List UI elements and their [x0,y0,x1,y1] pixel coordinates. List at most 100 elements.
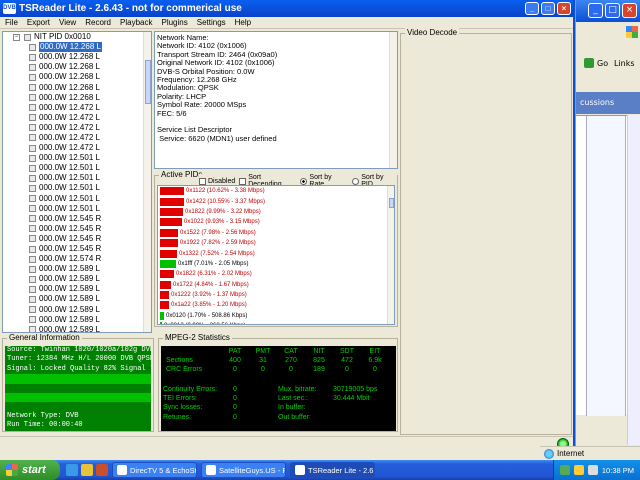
pid-row[interactable]: 0x1222 (3.92% - 1.37 Mbps) [158,290,394,300]
tree-item[interactable]: 000.0W 12.589 L [3,325,151,332]
node-icon [29,295,36,303]
tree-item[interactable]: 000.0W 12.268 L [3,42,151,53]
sync-losses-value: 0 [233,404,237,412]
tree-item[interactable]: 000.0W 12.268 L [3,62,151,72]
pid-row[interactable]: 0x1322 (7.52% - 2.54 Mbps) [158,248,394,258]
active-pid-list[interactable]: 0x1122 (10.62% - 3.38 Mbps) 0x1422 (10.55… [157,185,395,325]
tree-item[interactable]: 000.0W 12.589 L [3,294,151,304]
tree-item[interactable]: 000.0W 12.472 L [3,113,151,123]
tree-item[interactable]: 000.0W 12.545 R [3,234,151,244]
tree-scroll-thumb[interactable] [145,60,151,104]
tree-scrollbar[interactable] [143,32,151,332]
pid-row[interactable]: 0x1422 (10.55% - 3.37 Mbps) [158,196,394,206]
browser-minimize-button[interactable]: _ [588,3,603,18]
tree-item[interactable]: 000.0W 12.268 L [3,52,151,62]
links-button[interactable]: Links [614,59,635,68]
tree-item[interactable]: 000.0W 12.501 L [3,153,151,163]
tree-item[interactable]: 000.0W 12.501 L [3,194,151,204]
menu-help[interactable]: Help [235,18,251,27]
start-button[interactable]: start [0,460,60,480]
globe-icon [544,448,554,459]
pid-rate-label: 0x1022 (9.93% - 3.15 Mbps) [184,219,260,226]
pidlist-scrollbar[interactable] [387,186,394,324]
tree-item[interactable]: 000.0W 12.472 L [3,143,151,153]
pid-row[interactable]: 0x0120 (1.70% - 508.86 Kbps) [158,311,394,321]
pid-row[interactable]: 0x1fff (7.01% - 2.05 Mbps) [158,259,394,269]
tree-item[interactable]: 000.0W 12.589 L [3,274,151,284]
pid-row[interactable]: 0x1122 (10.62% - 3.38 Mbps) [158,186,394,196]
browser-titlebar: _ □ × [576,0,640,22]
minimize-button[interactable]: _ [525,2,539,15]
pid-rate-label: 0x1822 (6.31% - 2.02 Mbps) [176,271,252,278]
tree-item[interactable]: 000.0W 12.545 R [3,224,151,234]
pid-row[interactable]: 0x1522 (7.98% - 2.56 Mbps) [158,228,394,238]
tree-item[interactable]: 000.0W 12.268 L [3,93,151,103]
menu-export[interactable]: Export [27,18,50,27]
tree-item[interactable]: 000.0W 12.472 L [3,103,151,113]
tree-item[interactable]: 000.0W 12.589 L [3,264,151,274]
tree-item[interactable]: 000.0W 12.501 L [3,163,151,173]
tree-item[interactable]: 000.0W 12.589 L [3,315,151,325]
collapse-icon[interactable]: − [13,33,20,41]
menu-playback[interactable]: Playback [120,18,152,27]
taskbar-item-directv[interactable]: DirecTV 5 & EchoStar ... [112,462,197,478]
pid-row[interactable]: 0x1a22 (3.85% - 1.20 Mbps) [158,300,394,310]
tree-item[interactable]: 000.0W 12.589 L [3,284,151,294]
browser-maximize-button[interactable]: □ [605,3,620,18]
menu-file[interactable]: File [5,18,18,27]
menu-plugins[interactable]: Plugins [161,18,187,27]
pid-row[interactable]: 0x0012 (0.90% - 268.56 Kbps) [158,321,394,324]
tree-item[interactable]: 000.0W 12.501 L [3,183,151,193]
stats-cell: 0 [261,366,265,374]
tree-item[interactable]: 000.0W 12.472 L [3,133,151,143]
pid-row[interactable]: 0x1922 (7.82% - 2.59 Mbps) [158,238,394,248]
maximize-button[interactable]: □ [541,2,555,15]
pid-row[interactable]: 0x1822 (6.31% - 2.02 Mbps) [158,269,394,279]
node-icon [29,43,36,51]
go-button[interactable]: Go [584,58,608,68]
taskbar-item-satelliteguys[interactable]: SatelliteGuys.US - Po... [201,462,286,478]
browser-scrollbar[interactable] [627,115,640,445]
security-tray-icon[interactable] [573,465,584,475]
folder-quicklaunch-icon[interactable] [81,464,93,476]
browser-task-icon [206,465,216,475]
menu-settings[interactable]: Settings [197,18,226,27]
node-icon [29,195,36,203]
taskbar-item-tsreader[interactable]: TSReader Lite - 2.6.... [290,462,375,478]
in-buffer-label: In buffer: [278,404,306,412]
netinfo-line: FEC: 5/6 [157,108,187,118]
tree-item[interactable]: 000.0W 12.545 R [3,214,151,224]
pid-row[interactable]: 0x1822 (9.99% - 3.22 Mbps) [158,207,394,217]
tree-item[interactable]: 000.0W 12.501 L [3,204,151,214]
pid-rate-label: 0x1222 (3.92% - 1.37 Mbps) [171,292,247,299]
last-sec-value: 30.444 Mbit [333,395,370,403]
tree-item[interactable]: 000.0W 12.268 L [3,82,151,92]
tree-item[interactable]: 000.0W 12.589 L [3,305,151,315]
node-icon [29,306,36,314]
tree-item[interactable]: 000.0W 12.268 L [3,72,151,82]
browser-close-button[interactable]: × [622,3,637,18]
volume-tray-icon[interactable] [587,465,598,475]
menu-view[interactable]: View [59,18,76,27]
browser-quicklaunch-icon[interactable] [66,464,78,476]
menu-record[interactable]: Record [85,18,111,27]
pidlist-scroll-thumb[interactable] [389,198,394,208]
pid-tree[interactable]: − NIT PID 0x0010 000.0W 12.268 L 000.0W 12… [2,31,152,333]
stats-cell: 0 [373,366,377,374]
close-button[interactable]: × [557,2,571,15]
background-browser-window: _ □ × Go Links cussions [575,0,640,460]
pid-rate-bar [160,259,176,268]
tree-item[interactable]: 000.0W 12.574 R [3,254,151,264]
window-title: TSReader Lite - 2.6.43 - not for commeri… [19,3,242,14]
pid-row[interactable]: 0x1022 (9.93% - 3.15 Mbps) [158,217,394,227]
tree-root-nit[interactable]: − NIT PID 0x0010 [3,32,151,42]
tree-item[interactable]: 000.0W 12.545 R [3,244,151,254]
tree-item[interactable]: 000.0W 12.501 L [3,173,151,183]
tree-item-label: 000.0W 12.268 L [39,92,100,102]
media-quicklaunch-icon[interactable] [96,464,108,476]
network-tray-icon[interactable] [559,465,570,475]
netinfo-scrollbar[interactable] [389,32,397,168]
pid-row[interactable]: 0x1722 (4.84% - 1.67 Mbps) [158,280,394,290]
tree-item-label: 000.0W 12.268 L [39,82,100,92]
tree-item[interactable]: 000.0W 12.472 L [3,123,151,133]
